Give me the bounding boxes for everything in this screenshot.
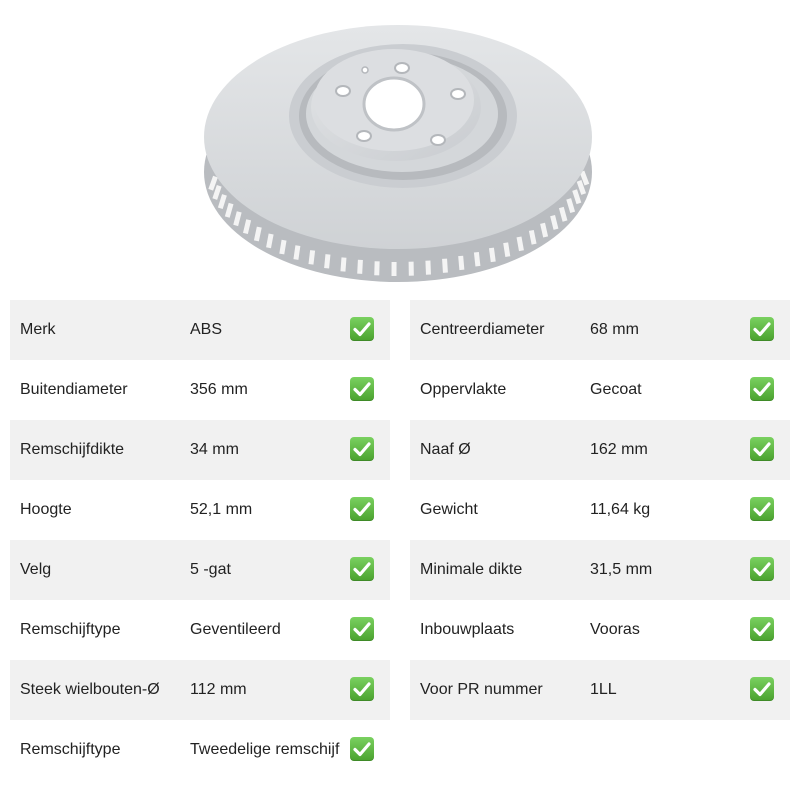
spec-value: Gecoat <box>590 381 642 398</box>
spec-row: Naaf Ø 162 mm <box>410 420 790 480</box>
spec-row: Merk ABS <box>10 300 390 360</box>
spec-row: Oppervlakte Gecoat <box>410 360 790 420</box>
check-icon <box>750 617 774 641</box>
spec-label: Buitendiameter <box>20 381 128 398</box>
spec-label: Velg <box>20 561 52 578</box>
spec-label: Gewicht <box>420 501 478 518</box>
spec-value: Tweedelige remschijf <box>190 741 340 758</box>
spec-row: Gewicht 11,64 kg <box>410 480 790 540</box>
spec-value: 112 mm <box>190 681 247 698</box>
spec-value: 52,1 mm <box>190 501 253 518</box>
spec-value: ABS <box>190 321 223 338</box>
spec-value: 356 mm <box>190 381 248 398</box>
spec-label: Remschijfdikte <box>20 441 125 458</box>
check-icon <box>350 437 374 461</box>
spec-row: Voor PR nummer 1LL <box>410 660 790 720</box>
check-icon <box>750 497 774 521</box>
check-icon <box>350 497 374 521</box>
check-icon <box>750 317 774 341</box>
spec-row: Hoogte 52,1 mm <box>10 480 390 540</box>
spec-label: Naaf Ø <box>420 441 471 458</box>
spec-label: Remschijftype <box>20 621 121 638</box>
spec-value: 162 mm <box>590 441 648 458</box>
spec-row: Centreerdiameter 68 mm <box>410 300 790 360</box>
spec-row: Inbouwplaats Vooras <box>410 600 790 660</box>
spec-row: Remschijftype Tweedelige remschijf <box>10 720 390 780</box>
check-icon <box>750 377 774 401</box>
spec-value: 1LL <box>590 681 617 698</box>
spec-value: 34 mm <box>190 441 239 458</box>
spec-row: Remschijfdikte 34 mm <box>10 420 390 480</box>
check-icon <box>750 677 774 701</box>
spec-row: Velg 5 -gat <box>10 540 390 600</box>
check-icon <box>350 317 374 341</box>
check-icon <box>750 437 774 461</box>
spec-value: Geventileerd <box>190 621 281 638</box>
check-icon <box>750 557 774 581</box>
check-icon <box>350 677 374 701</box>
spec-label: Hoogte <box>20 501 72 518</box>
spec-label: Centreerdiameter <box>420 321 545 338</box>
spec-row: Minimale dikte 31,5 mm <box>410 540 790 600</box>
spec-label: Steek wielbouten-Ø <box>20 681 160 698</box>
spec-table-left: Merk ABS Buitendiameter 356 mm Remschijf… <box>10 300 390 780</box>
spec-value: Vooras <box>590 621 640 638</box>
spec-label: Inbouwplaats <box>420 621 515 638</box>
spec-value: 68 mm <box>590 321 639 338</box>
brake-disc-image <box>200 12 600 290</box>
spec-label: Remschijftype <box>20 741 121 758</box>
spec-table-right: Centreerdiameter 68 mm Oppervlakte Gecoa… <box>410 300 790 720</box>
spec-value: 11,64 kg <box>590 501 651 518</box>
check-icon <box>350 557 374 581</box>
spec-label: Minimale dikte <box>420 561 523 578</box>
check-icon <box>350 617 374 641</box>
spec-label: Merk <box>20 321 56 338</box>
check-icon <box>350 737 374 761</box>
spec-value: 5 -gat <box>190 561 231 578</box>
spec-label: Oppervlakte <box>420 381 507 398</box>
spec-value: 31,5 mm <box>590 561 653 578</box>
spec-row: Steek wielbouten-Ø 112 mm <box>10 660 390 720</box>
spec-row: Buitendiameter 356 mm <box>10 360 390 420</box>
spec-label: Voor PR nummer <box>420 681 543 698</box>
spec-row: Remschijftype Geventileerd <box>10 600 390 660</box>
check-icon <box>350 377 374 401</box>
